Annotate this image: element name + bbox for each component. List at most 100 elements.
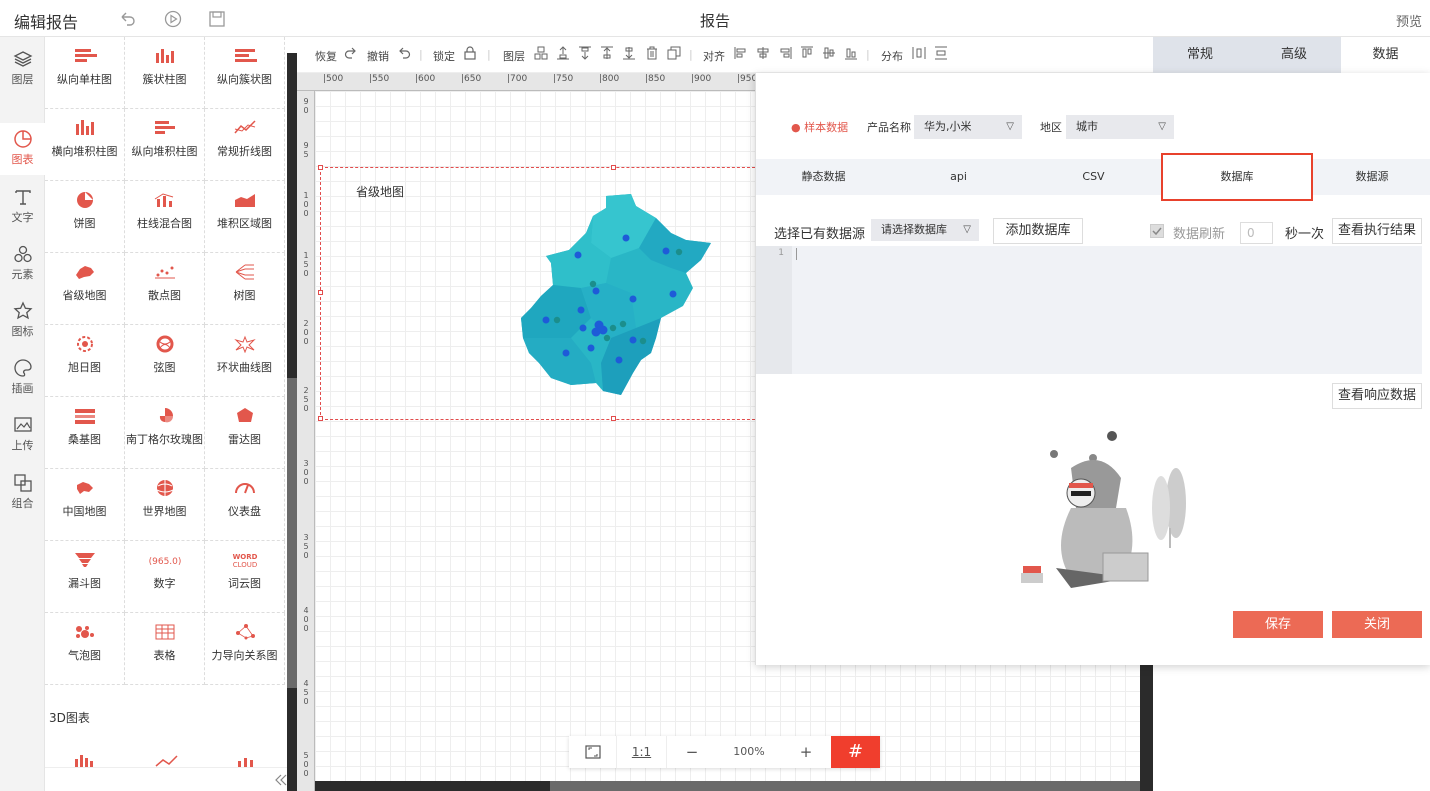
distribute-vertical-icon[interactable] (934, 46, 948, 60)
tab-csv[interactable]: CSV (1026, 159, 1161, 195)
undo-icon[interactable] (118, 10, 136, 28)
lock-icon[interactable] (463, 46, 477, 60)
chart-type-item[interactable]: 堆积区域图 (205, 181, 285, 253)
distribute-horizontal-icon[interactable] (912, 46, 926, 60)
chart-type-item[interactable]: 旭日图 (45, 325, 125, 397)
chart-type-item[interactable]: 纵向簇状图 (205, 37, 285, 109)
preview-link[interactable]: 预览 (1396, 11, 1422, 30)
canvas-h-scrollbar[interactable] (315, 781, 1140, 791)
nav-layers[interactable]: 图层 (0, 43, 45, 95)
copy-icon[interactable] (667, 46, 681, 60)
close-button[interactable]: 关闭 (1332, 611, 1422, 638)
chart-3d-mixed-icon[interactable] (235, 755, 259, 767)
chart-type-item[interactable]: 横向堆积柱图 (45, 109, 125, 181)
align-button[interactable]: 对齐 (703, 48, 725, 64)
chart-type-item[interactable]: 饼图 (45, 181, 125, 253)
chart-type-item[interactable]: 雷达图 (205, 397, 285, 469)
tab-static-data[interactable]: 静态数据 (756, 159, 891, 195)
undo-icon[interactable] (397, 46, 411, 60)
nav-upload[interactable]: 上传 (0, 409, 45, 461)
chart-type-item[interactable]: 散点图 (125, 253, 205, 325)
chart-type-item[interactable]: 中国地图 (45, 469, 125, 541)
send-bottom-icon[interactable] (578, 46, 592, 60)
nav-charts[interactable]: 图表 (0, 123, 45, 175)
chart-type-item[interactable]: 气泡图 (45, 613, 125, 685)
scrollbar-thumb[interactable] (287, 378, 297, 688)
move-up-icon[interactable] (600, 46, 614, 60)
resize-handle[interactable] (611, 165, 616, 170)
align-left-icon[interactable] (734, 46, 748, 60)
chart-type-item[interactable]: 簇状柱图 (125, 37, 205, 109)
chart-type-item[interactable]: 世界地图 (125, 469, 205, 541)
nav-group[interactable]: 组合 (0, 467, 45, 519)
nav-text[interactable]: 文字 (0, 181, 45, 233)
chart-type-item[interactable]: 柱线混合图 (125, 181, 205, 253)
tab-data[interactable]: 数据 (1341, 37, 1430, 73)
tab-datasource[interactable]: 数据源 (1313, 159, 1430, 195)
chart-type-item[interactable]: 表格 (125, 613, 205, 685)
align-right-icon[interactable] (778, 46, 792, 60)
view-response-button[interactable]: 查看响应数据 (1332, 383, 1422, 409)
layer-button[interactable]: 图层 (503, 48, 525, 64)
lock-button[interactable]: 锁定 (433, 48, 455, 64)
scrollbar-thumb[interactable] (550, 781, 1140, 791)
database-select[interactable]: 请选择数据库 ▽ (871, 219, 979, 241)
layer-up-icon[interactable] (534, 46, 548, 60)
undo-button[interactable]: 撤销 (367, 48, 389, 64)
tab-database[interactable]: 数据库 (1161, 153, 1313, 201)
chart-type-item[interactable]: 树图 (205, 253, 285, 325)
bring-top-icon[interactable] (556, 46, 570, 60)
fit-screen-button[interactable] (569, 736, 617, 768)
play-icon[interactable] (164, 10, 182, 28)
region-select[interactable]: 城市 ▽ (1066, 115, 1174, 139)
zoom-in-button[interactable]: + (781, 736, 831, 768)
chart-type-item[interactable]: 环状曲线图 (205, 325, 285, 397)
align-bottom-icon[interactable] (844, 46, 858, 60)
resize-handle[interactable] (318, 290, 323, 295)
nav-elements[interactable]: 元素 (0, 238, 45, 290)
chart-type-item[interactable]: (965.0) 数字 (125, 541, 205, 613)
save-button[interactable]: 保存 (1233, 611, 1323, 638)
redo-icon[interactable] (344, 46, 358, 60)
chart-type-item[interactable]: 漏斗图 (45, 541, 125, 613)
tab-advanced[interactable]: 高级 (1247, 37, 1341, 73)
chart-3d-line-icon[interactable] (155, 755, 179, 767)
delete-icon[interactable] (645, 46, 659, 60)
chart-type-item[interactable]: 仪表盘 (205, 469, 285, 541)
chart-type-item[interactable]: 纵向单柱图 (45, 37, 125, 109)
chart-type-item[interactable]: 南丁格尔玫瑰图 (125, 397, 205, 469)
chart-type-item[interactable]: 桑基图 (45, 397, 125, 469)
nav-illustrations[interactable]: 插画 (0, 352, 45, 404)
add-database-button[interactable]: 添加数据库 (993, 218, 1083, 244)
tab-general[interactable]: 常规 (1153, 37, 1247, 73)
chart-type-item[interactable]: 纵向堆积柱图 (125, 109, 205, 181)
chart-type-item[interactable]: 省级地图 (45, 253, 125, 325)
save-icon[interactable] (208, 10, 226, 28)
resize-handle[interactable] (318, 165, 323, 170)
align-top-icon[interactable] (800, 46, 814, 60)
collapse-panel-button[interactable] (45, 767, 287, 791)
redo-button[interactable]: 恢复 (315, 48, 337, 64)
chart-3d-bar-icon[interactable] (73, 755, 97, 767)
product-select[interactable]: 华为,小米 ▽ (914, 115, 1022, 139)
grid-toggle-button[interactable]: # (831, 736, 880, 768)
map-widget[interactable]: 省级地图 (318, 165, 760, 421)
chart-type-item[interactable]: 力导向关系图 (205, 613, 285, 685)
move-down-icon[interactable] (622, 46, 636, 60)
panel-scrollbar[interactable] (287, 53, 297, 791)
distribute-button[interactable]: 分布 (881, 48, 903, 64)
view-execution-result-button[interactable]: 查看执行结果 (1332, 218, 1422, 244)
align-hcenter-icon[interactable] (756, 46, 770, 60)
tab-api[interactable]: api (891, 159, 1026, 195)
refresh-interval-input[interactable]: 0 (1240, 222, 1273, 244)
resize-handle[interactable] (318, 416, 323, 421)
resize-handle[interactable] (611, 416, 616, 421)
refresh-checkbox[interactable] (1150, 224, 1164, 238)
align-vcenter-icon[interactable] (822, 46, 836, 60)
chart-type-item[interactable]: 常规折线图 (205, 109, 285, 181)
actual-size-button[interactable]: 1:1 (617, 736, 667, 768)
sql-editor[interactable]: 1 (756, 246, 1422, 374)
zoom-out-button[interactable]: − (667, 736, 717, 768)
chart-type-item[interactable]: WORD CLOUD 词云图 (205, 541, 285, 613)
nav-icons[interactable]: 图标 (0, 295, 45, 347)
